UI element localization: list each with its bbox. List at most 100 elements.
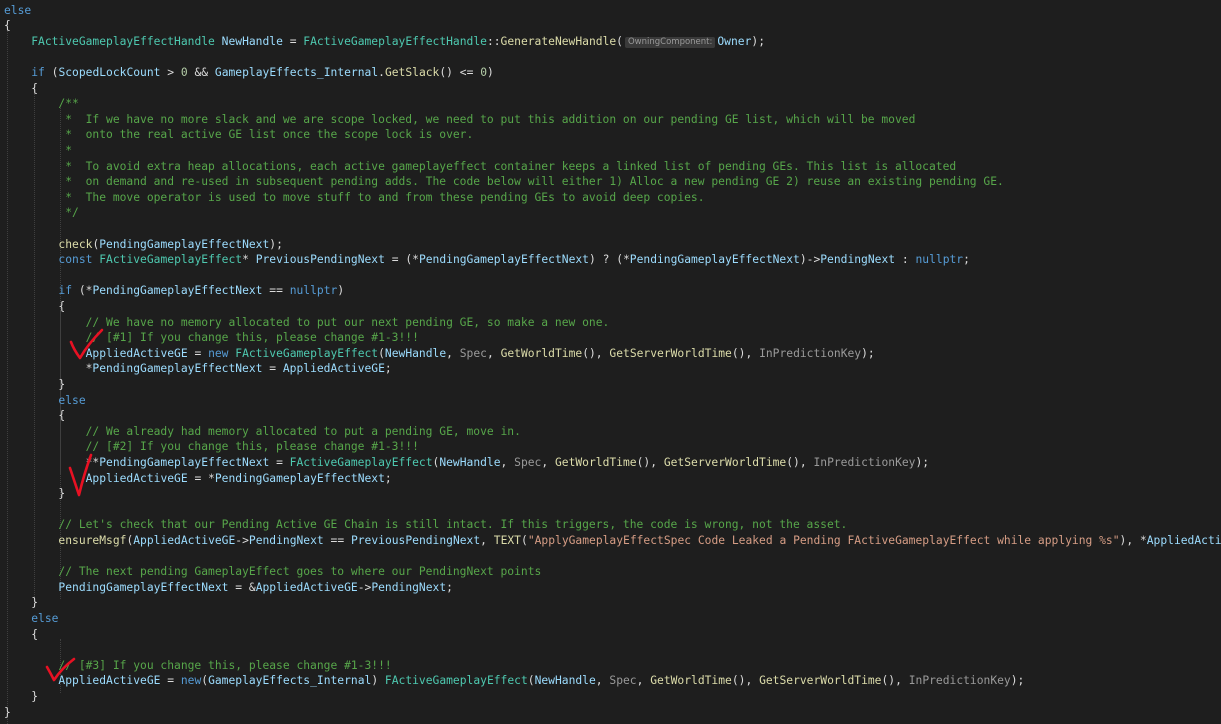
code-line[interactable] [0, 549, 1221, 565]
code-line[interactable]: { [0, 408, 1221, 424]
code-line[interactable]: } [0, 705, 1221, 721]
code-token-variable: PendingGameplayEffectNext [99, 455, 270, 469]
code-line[interactable]: { [0, 627, 1221, 643]
code-token-comment: /** [4, 97, 79, 111]
code-line[interactable]: else [0, 393, 1221, 409]
code-line[interactable]: if (*PendingGameplayEffectNext == nullpt… [0, 283, 1221, 299]
code-line[interactable]: * onto the real active GE list once the … [0, 127, 1221, 143]
code-token-text: ) [487, 65, 494, 79]
code-token-comment: // [#3] If you change this, please chang… [4, 658, 392, 672]
code-token-text: (), [881, 674, 909, 688]
code-line[interactable]: // [#1] If you change this, please chang… [0, 330, 1221, 346]
code-token-param: Spec [609, 674, 637, 688]
code-token-type: FActiveGameplayEffect [289, 455, 433, 469]
code-token-text: * [4, 362, 93, 376]
code-token-text: ) [371, 674, 385, 688]
code-line[interactable]: /** [0, 96, 1221, 112]
code-line[interactable]: * on demand and re-used in subsequent pe… [0, 174, 1221, 190]
code-line[interactable]: { [0, 18, 1221, 34]
code-token-text: (), [786, 455, 814, 469]
code-token-keyword: new [180, 674, 202, 688]
code-line[interactable]: ensureMsgf(AppliedActiveGE->PendingNext … [0, 533, 1221, 549]
code-line[interactable]: AppliedActiveGE = new (GameplayEffects_In… [0, 673, 1221, 689]
code-token-param: Spec [459, 346, 487, 360]
code-token-text: = & [228, 580, 256, 594]
code-token-text: = [262, 362, 283, 376]
code-token-text: : [895, 253, 916, 267]
code-line[interactable]: // [#2] If you change this, please chang… [0, 439, 1221, 455]
code-token-variable: PendingNext [820, 253, 896, 267]
code-token-text: } [4, 377, 66, 391]
code-token-param: InPredictionKey [908, 674, 1011, 688]
code-line[interactable]: // [#3] If you change this, please chang… [0, 658, 1221, 674]
code-line[interactable] [0, 268, 1221, 284]
code-line[interactable]: check(PendingGameplayEffectNext); [0, 237, 1221, 253]
code-token-text: (), [731, 674, 760, 688]
code-token-function: GenerateNewHandle [500, 34, 617, 48]
parameter-hint: OwningComponent: [624, 36, 716, 48]
code-line[interactable]: // Let's check that our Pending Active G… [0, 517, 1221, 533]
code-token-text: } [4, 689, 39, 703]
code-token-function: GetWorldTime [650, 674, 732, 688]
code-line[interactable]: else [0, 3, 1221, 19]
code-editor[interactable]: else { FActiveGameplayEffectHandle NewHan… [0, 0, 1221, 724]
code-token-keyword: else [4, 3, 32, 17]
code-line[interactable]: *PendingGameplayEffectNext = AppliedActi… [0, 361, 1221, 377]
code-line[interactable]: AppliedActiveGE = new FActiveGameplayEff… [0, 346, 1221, 362]
code-line[interactable] [0, 221, 1221, 237]
code-token-type: FActiveGameplayEffect [384, 674, 528, 688]
code-token-variable: PendingNext [371, 580, 447, 594]
code-token-text: , [480, 533, 494, 547]
code-line[interactable]: **PendingGameplayEffectNext = FActiveGam… [0, 455, 1221, 471]
code-line[interactable]: * The move operator is used to move stuf… [0, 190, 1221, 206]
code-token-variable: AppliedActiveGE [58, 674, 161, 688]
code-line[interactable]: if (ScopedLockCount > 0 && GameplayEffec… [0, 65, 1221, 81]
code-token-function: ensureMsgf [58, 533, 127, 547]
code-line[interactable] [0, 502, 1221, 518]
code-token-text: ); [269, 237, 283, 251]
code-token-text: ** [4, 455, 100, 469]
code-token-text: , [500, 455, 515, 469]
code-line[interactable]: const FActiveGameplayEffect* PreviousPen… [0, 252, 1221, 268]
code-token-variable: PendingGameplayEffectNext [99, 237, 270, 251]
code-line[interactable]: PendingGameplayEffectNext = &AppliedActi… [0, 580, 1221, 596]
code-line[interactable]: * [0, 143, 1221, 159]
code-token-variable: AppliedActiveGE [255, 580, 358, 594]
code-token-function: GetServerWorldTime [759, 674, 882, 688]
code-token-text: * [242, 253, 256, 267]
code-token-type: FActiveGameplayEffect [235, 346, 379, 360]
code-line[interactable]: } [0, 377, 1221, 393]
code-line[interactable]: AppliedActiveGE = *PendingGameplayEffect… [0, 471, 1221, 487]
code-token-text: , [636, 674, 651, 688]
code-line[interactable]: // We already had memory allocated to pu… [0, 424, 1221, 440]
code-token-param: InPredictionKey [759, 346, 862, 360]
code-token-variable: PendingGameplayEffectNext [92, 284, 263, 298]
code-line[interactable]: } [0, 595, 1221, 611]
code-line[interactable]: * To avoid extra heap allocations, each … [0, 159, 1221, 175]
code-line[interactable] [0, 642, 1221, 658]
code-token-keyword: nullptr [289, 284, 338, 298]
code-line[interactable]: else [0, 611, 1221, 627]
code-token-type: FActiveGameplayEffectHandle [31, 34, 215, 48]
code-token-text: (), [636, 455, 664, 469]
code-token-variable: PendingGameplayEffectNext [214, 471, 385, 485]
code-line[interactable]: // The next pending GameplayEffect goes … [0, 564, 1221, 580]
code-line[interactable]: FActiveGameplayEffectHandle NewHandle = … [0, 34, 1221, 50]
code-token-text: ( [44, 65, 59, 79]
code-line[interactable]: } [0, 486, 1221, 502]
code-token-variable: ScopedLockCount [58, 65, 161, 79]
code-token-text: , [595, 674, 610, 688]
code-line[interactable]: { [0, 299, 1221, 315]
code-line[interactable]: } [0, 689, 1221, 705]
code-token-text: ); [1010, 674, 1025, 688]
code-line[interactable]: // We have no memory allocated to put ou… [0, 315, 1221, 331]
code-line[interactable]: { [0, 81, 1221, 97]
code-token-text: ) ? (* [588, 253, 630, 267]
code-line[interactable]: */ [0, 205, 1221, 221]
code-line[interactable] [0, 49, 1221, 65]
code-token-text: = [160, 674, 181, 688]
code-token-function: GetSlack [384, 65, 440, 79]
code-line[interactable]: * If we have no more slack and we are sc… [0, 112, 1221, 128]
code-token-variable: NewHandle [439, 455, 501, 469]
